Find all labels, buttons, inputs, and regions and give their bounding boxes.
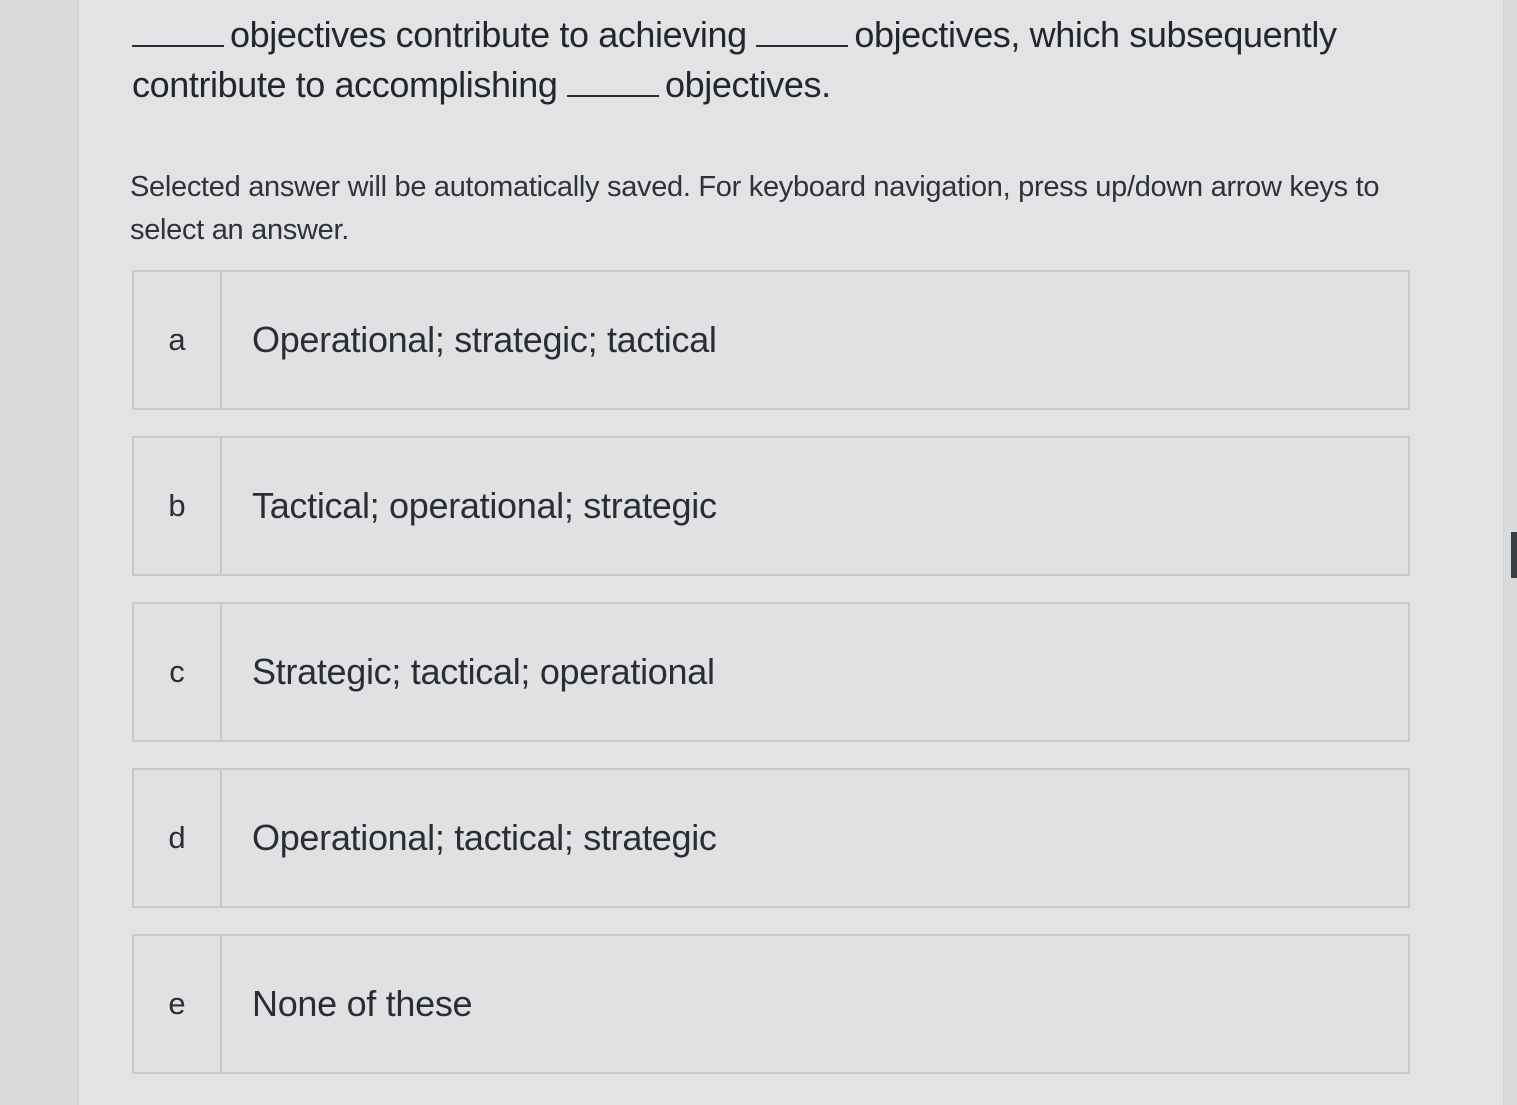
question-part-1: objectives contribute to achieving <box>230 14 747 55</box>
option-key: e <box>134 936 222 1072</box>
option-key: d <box>134 770 222 906</box>
answer-instructions: Selected answer will be automatically sa… <box>130 171 1380 246</box>
question-text: objectives contribute to achieving objec… <box>132 10 1422 110</box>
answer-options: a Operational; strategic; tactical b Tac… <box>132 270 1410 1100</box>
option-key: b <box>134 438 222 574</box>
question-blank-2 <box>756 15 849 47</box>
question-blank-3 <box>567 65 660 97</box>
option-key: c <box>134 604 222 740</box>
answer-option-d[interactable]: d Operational; tactical; strategic <box>132 768 1410 908</box>
option-label: Tactical; operational; strategic <box>252 485 717 526</box>
option-label: Operational; strategic; tactical <box>252 319 717 360</box>
answer-option-c[interactable]: c Strategic; tactical; operational <box>132 602 1410 742</box>
answer-option-a[interactable]: a Operational; strategic; tactical <box>132 270 1410 410</box>
scrollbar-thumb[interactable] <box>1511 532 1517 578</box>
answer-option-b[interactable]: b Tactical; operational; strategic <box>132 436 1410 576</box>
answer-option-e[interactable]: e None of these <box>132 934 1410 1074</box>
option-key: a <box>134 272 222 408</box>
question-blank-1 <box>132 15 224 47</box>
option-label: None of these <box>252 983 473 1024</box>
option-label: Operational; tactical; strategic <box>252 817 717 858</box>
question-part-3: objectives. <box>665 64 831 105</box>
option-label: Strategic; tactical; operational <box>252 651 715 692</box>
